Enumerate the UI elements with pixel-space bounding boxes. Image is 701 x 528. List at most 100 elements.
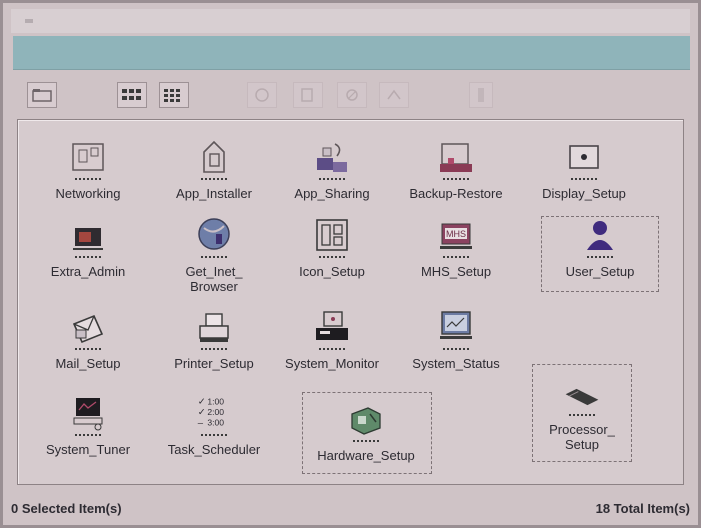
networking-icon [72,143,104,171]
scheduler-icon: ✓ 1:00 ✓ 2:00 – 3:00 [198,396,224,428]
item-get-inet-browser[interactable]: Get_Inet_ Browser [150,214,278,294]
item-dots [75,256,101,260]
item-label: Networking [55,186,121,201]
mhs-badge-text: MHS [446,229,466,239]
item-app-installer[interactable]: App_Installer [150,136,278,201]
item-label: Printer_Setup [174,356,254,371]
small-icons-view-button[interactable] [159,82,189,108]
item-label: Get_Inet_ Browser [185,264,243,294]
hardware-icon [351,407,381,435]
paste-button[interactable] [337,82,367,108]
item-dots [75,348,101,352]
item-label: Display_Setup [542,186,626,201]
item-dots [569,414,595,418]
sharing-icon [317,143,347,172]
icon-setup-icon [316,219,348,251]
user-icon [587,221,613,250]
item-mhs-setup[interactable]: MHS MHS_Setup [392,214,520,279]
item-dots [201,434,227,438]
item-label: App_Sharing [294,186,370,201]
item-dots [443,348,469,352]
total-count: 18 Total Item(s) [595,501,690,516]
item-label: System_Status [412,356,500,371]
item-dots [75,178,101,182]
copy-button[interactable] [293,82,323,108]
item-label: Backup-Restore [409,186,503,201]
large-icons-view-icon [122,89,141,100]
item-processor-setup[interactable]: Processor_ Setup [518,372,646,452]
tuner-icon [73,398,103,431]
item-system-status[interactable]: System_Status [392,306,520,371]
item-dots [319,178,345,182]
installer-icon [203,140,225,173]
monitor-icon [316,311,348,340]
program-window: Networking App_Installer App_Sharing Bac… [0,0,701,528]
svg-text:✓: ✓ [198,396,206,407]
up-button[interactable] [379,82,409,108]
properties-icon [478,88,484,102]
item-label: App_Installer [176,186,252,201]
cut-icon [255,88,269,102]
item-dots [201,348,227,352]
item-extra-admin[interactable]: Extra_Admin [24,214,152,279]
status-bar: 0 Selected Item(s) 18 Total Item(s) [7,491,694,525]
scheduler-time-2: 2:00 [207,407,224,417]
paste-icon [346,89,358,101]
copy-icon [301,88,313,102]
large-icons-view-button[interactable] [117,82,147,108]
item-backup-restore[interactable]: Backup-Restore [392,136,520,201]
item-label: Mail_Setup [55,356,121,371]
processor-icon [565,388,599,406]
item-user-setup[interactable]: User_Setup [536,214,664,279]
item-dots [571,178,597,182]
item-hardware-setup[interactable]: Hardware_Setup [302,398,430,463]
item-dots [319,256,345,260]
item-label: Task_Scheduler [167,442,261,457]
item-dots [353,440,379,444]
item-task-scheduler[interactable]: ✓ 1:00 ✓ 2:00 – 3:00 Task_Scheduler [150,392,278,457]
items-panel: Networking App_Installer App_Sharing Bac… [17,119,684,485]
item-label: MHS_Setup [420,264,492,279]
open-folder-button[interactable] [27,82,57,108]
item-label: System_Monitor [285,356,379,371]
status-icon [440,311,472,339]
item-app-sharing[interactable]: App_Sharing [268,136,396,201]
item-label: Hardware_Setup [317,448,415,463]
printer-icon [199,313,229,342]
system-menu-icon[interactable] [25,19,33,23]
item-label: Processor_ Setup [549,422,615,452]
item-dots [587,256,613,260]
mhs-icon: MHS [440,223,472,249]
item-mail-setup[interactable]: Mail_Setup [24,306,152,371]
item-system-tuner[interactable]: System_Tuner [24,392,152,457]
backup-icon [440,143,472,172]
small-icons-view-icon [164,89,180,102]
menu-bar [13,36,690,70]
item-dots [201,256,227,260]
item-label: System_Tuner [45,442,131,457]
title-bar[interactable] [11,9,690,33]
up-icon [387,89,401,100]
cut-button[interactable] [247,82,277,108]
item-system-monitor[interactable]: System_Monitor [268,306,396,371]
svg-text:✓: ✓ [198,407,206,418]
item-dots [75,434,101,438]
item-display-setup[interactable]: Display_Setup [520,136,648,201]
item-dots [443,256,469,260]
scheduler-time-1: 1:00 [207,396,224,406]
selected-count: 0 Selected Item(s) [11,501,122,516]
item-label: Icon_Setup [299,264,365,279]
item-printer-setup[interactable]: Printer_Setup [150,306,278,371]
display-icon [569,145,599,169]
globe-icon [198,218,230,250]
open-folder-icon [32,89,52,102]
item-networking[interactable]: Networking [24,136,152,201]
item-label: Extra_Admin [50,264,126,279]
item-icon-setup[interactable]: Icon_Setup [268,214,396,279]
item-dots [443,178,469,182]
properties-button[interactable] [469,82,493,108]
item-dots [319,348,345,352]
toolbar [15,75,686,115]
mail-icon [72,314,104,344]
scheduler-time-3: 3:00 [207,417,224,427]
